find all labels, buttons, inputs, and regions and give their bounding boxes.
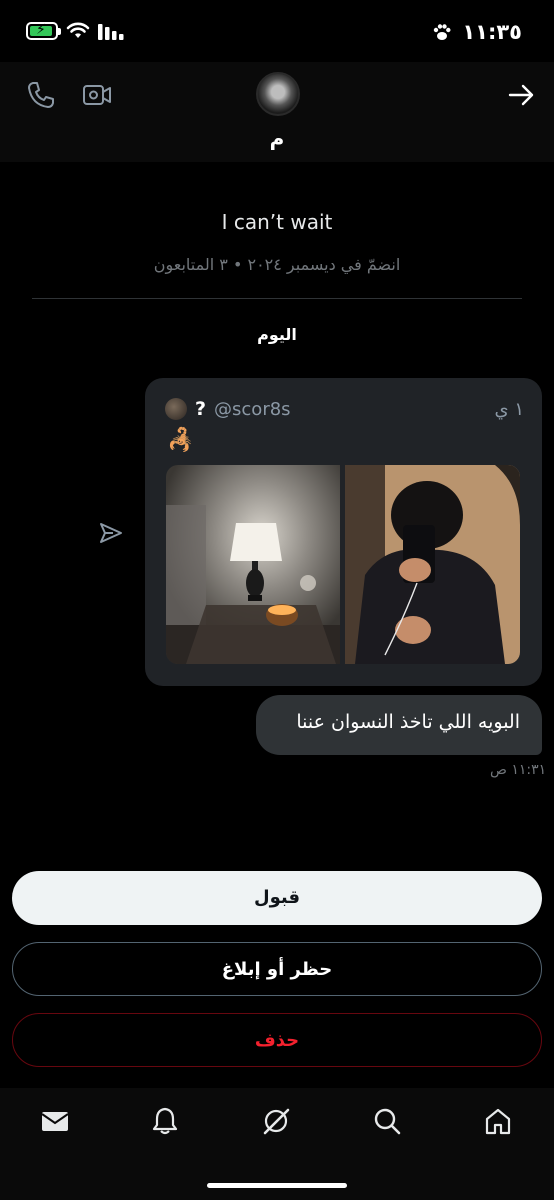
phone-icon[interactable]: [24, 78, 58, 112]
home-icon[interactable]: [483, 1106, 513, 1136]
dm-request-screen: ⚡ ١١:٣٥ م I can’t wait انضمّ في ديسمبر ٢…: [0, 0, 554, 1200]
grok-icon[interactable]: [261, 1106, 291, 1136]
status-bar: ⚡ ١١:٣٥: [0, 0, 554, 62]
accept-button[interactable]: قبول: [12, 871, 542, 925]
profile-meta: انضمّ في ديسمبر ٢٠٢٤ • ٣ المتابعون: [153, 255, 401, 274]
shared-post-image-lamp[interactable]: [166, 465, 340, 664]
shared-post-text: 🦂: [167, 428, 195, 453]
shared-post-header: ? @scor8s ١ ي: [165, 396, 524, 422]
bell-icon[interactable]: [150, 1106, 180, 1136]
back-arrow-icon[interactable]: [504, 78, 538, 112]
shared-post-time: ١ ي: [494, 398, 524, 420]
contact-name[interactable]: م: [0, 126, 554, 150]
contact-avatar[interactable]: [256, 72, 300, 116]
shared-post-avatar: [165, 398, 187, 420]
shared-post-author: ? @scor8s: [165, 398, 291, 420]
status-left-icons: ⚡: [26, 22, 124, 40]
battery-icon: ⚡: [26, 22, 61, 40]
message-text: البويه اللي تاخذ النسوان عننا: [296, 711, 520, 733]
message-bubble[interactable]: البويه اللي تاخذ النسوان عننا: [256, 695, 542, 755]
mail-icon[interactable]: [40, 1106, 70, 1136]
search-icon[interactable]: [372, 1106, 402, 1136]
shared-post-author-name: ?: [195, 398, 207, 420]
shared-post-handle: @scor8s: [214, 398, 291, 420]
paw-icon: [434, 24, 451, 40]
clock: ١١:٣٥: [462, 20, 522, 44]
delete-button[interactable]: حذف: [12, 1013, 542, 1067]
conversation-header: م: [0, 62, 554, 162]
home-indicator: [207, 1183, 347, 1188]
share-icon[interactable]: [98, 520, 124, 546]
wifi-icon: [66, 22, 90, 38]
profile-bio: I can’t wait: [221, 210, 333, 234]
divider: [32, 298, 522, 299]
shared-post-card[interactable]: ? @scor8s ١ ي 🦂: [145, 378, 542, 686]
day-separator: اليوم: [257, 325, 297, 344]
status-right: ١١:٣٥: [432, 20, 522, 44]
video-icon[interactable]: [80, 78, 114, 112]
signal-icon: [98, 24, 124, 40]
shared-post-image-selfie[interactable]: [345, 465, 520, 664]
message-timestamp: ١١:٣١ ص: [490, 762, 547, 778]
block-report-button[interactable]: حظر أو إبلاغ: [12, 942, 542, 996]
